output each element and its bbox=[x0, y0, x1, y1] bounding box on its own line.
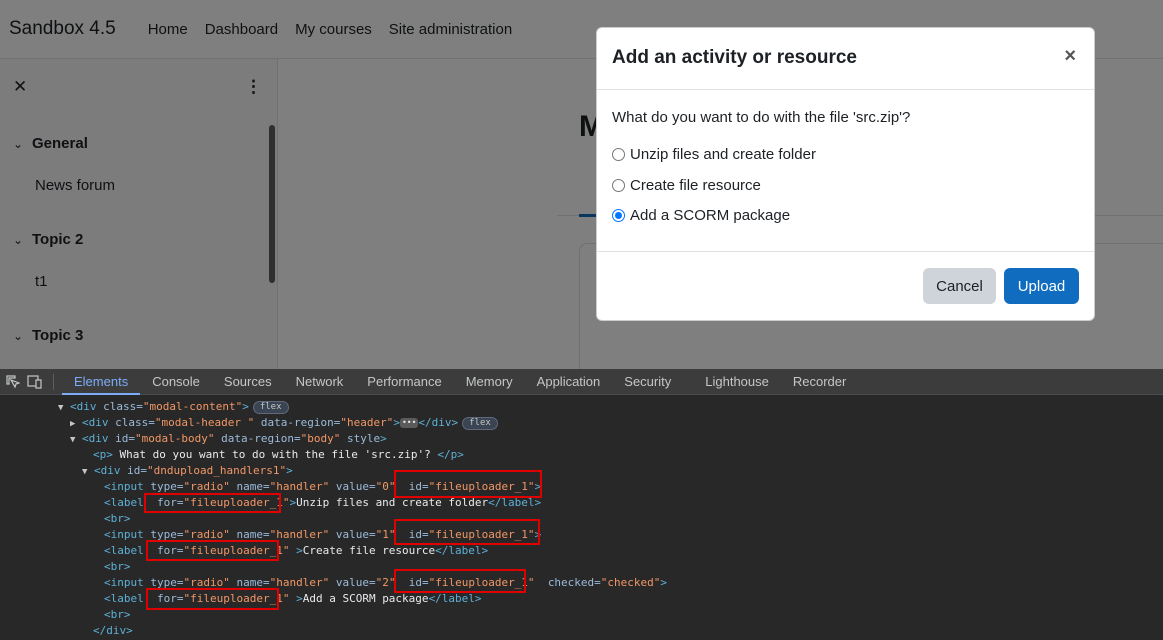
expand-triangle-icon[interactable]: ▼ bbox=[70, 432, 82, 448]
tab-memory[interactable]: Memory bbox=[454, 369, 525, 395]
tab-security[interactable]: Security bbox=[612, 369, 683, 395]
dom-node-modal-content[interactable]: ▼ <div class="modal-content"> flex bbox=[58, 399, 289, 415]
option-create-file-resource[interactable]: Create file resource bbox=[612, 177, 761, 194]
option-scorm[interactable]: Add a SCORM package bbox=[612, 207, 790, 224]
modal-question: What do you want to do with the file 'sr… bbox=[612, 109, 911, 126]
dom-node-modal-body[interactable]: ▼ <div id="modal-body" data-region="body"… bbox=[70, 431, 387, 447]
flex-badge[interactable]: flex bbox=[462, 416, 498, 430]
tab-performance[interactable]: Performance bbox=[355, 369, 453, 395]
modal-body: What do you want to do with the file 'sr… bbox=[597, 90, 1094, 252]
dom-node-br[interactable]: <br> bbox=[104, 607, 131, 623]
option-unzip[interactable]: Unzip files and create folder bbox=[612, 146, 816, 163]
flex-badge[interactable]: flex bbox=[252, 400, 289, 414]
dom-node-paragraph[interactable]: <p> What do you want to do with the file… bbox=[93, 447, 464, 463]
dom-node-modal-header[interactable]: ▶ <div class="modal-header " data-region=… bbox=[70, 415, 498, 431]
close-icon[interactable]: × bbox=[1064, 45, 1076, 68]
device-toolbar-icon[interactable] bbox=[26, 374, 44, 389]
radio-create-file-resource[interactable] bbox=[612, 179, 625, 192]
highlight-id-box bbox=[394, 470, 542, 498]
add-activity-modal: Add an activity or resource × What do yo… bbox=[596, 27, 1095, 321]
tab-sources[interactable]: Sources bbox=[212, 369, 284, 395]
tab-recorder[interactable]: Recorder bbox=[781, 369, 858, 395]
dom-node-dndupload-handlers[interactable]: ▼ <div id="dndupload_handlers1"> bbox=[82, 463, 293, 479]
tab-lighthouse[interactable]: Lighthouse bbox=[693, 369, 781, 395]
tab-network[interactable]: Network bbox=[284, 369, 356, 395]
radio-scorm[interactable] bbox=[612, 209, 625, 222]
tab-elements[interactable]: Elements bbox=[62, 369, 141, 395]
dom-node-br[interactable]: <br> bbox=[104, 559, 131, 575]
modal-footer: Cancel Upload bbox=[597, 252, 1094, 321]
upload-button[interactable]: Upload bbox=[1004, 268, 1079, 304]
modal-title: Add an activity or resource bbox=[612, 47, 857, 68]
highlight-for-box bbox=[144, 493, 281, 513]
highlight-id-box bbox=[394, 569, 526, 593]
elements-tree: ▼ <div class="modal-content"> flex ▶ <div c… bbox=[0, 399, 1163, 640]
modal-header: Add an activity or resource × bbox=[597, 28, 1094, 90]
radio-unzip[interactable] bbox=[612, 148, 625, 161]
highlight-for-box bbox=[146, 588, 279, 610]
devtools-panel: Elements Console Sources Network Perform… bbox=[0, 369, 1163, 640]
collapsed-triangle-icon[interactable]: ▶ bbox=[70, 416, 82, 432]
toolbar-separator bbox=[53, 373, 54, 390]
cancel-button[interactable]: Cancel bbox=[923, 268, 996, 304]
highlight-for-box bbox=[146, 540, 279, 561]
highlight-id-box bbox=[394, 519, 540, 545]
inspect-element-icon[interactable] bbox=[4, 374, 22, 389]
tab-console[interactable]: Console bbox=[140, 369, 212, 395]
dom-node-br[interactable]: <br> bbox=[104, 511, 131, 527]
moodle-page: Sandbox 4.5 Home Dashboard My courses Si… bbox=[0, 0, 1163, 369]
devtools-toolbar: Elements Console Sources Network Perform… bbox=[0, 369, 1163, 395]
tab-application[interactable]: Application bbox=[525, 369, 613, 395]
ellipsis-icon[interactable]: ••• bbox=[399, 418, 419, 428]
expand-triangle-icon[interactable]: ▼ bbox=[58, 400, 70, 416]
dom-node-div-close[interactable]: </div> bbox=[93, 623, 133, 639]
expand-triangle-icon[interactable]: ▼ bbox=[82, 464, 94, 480]
